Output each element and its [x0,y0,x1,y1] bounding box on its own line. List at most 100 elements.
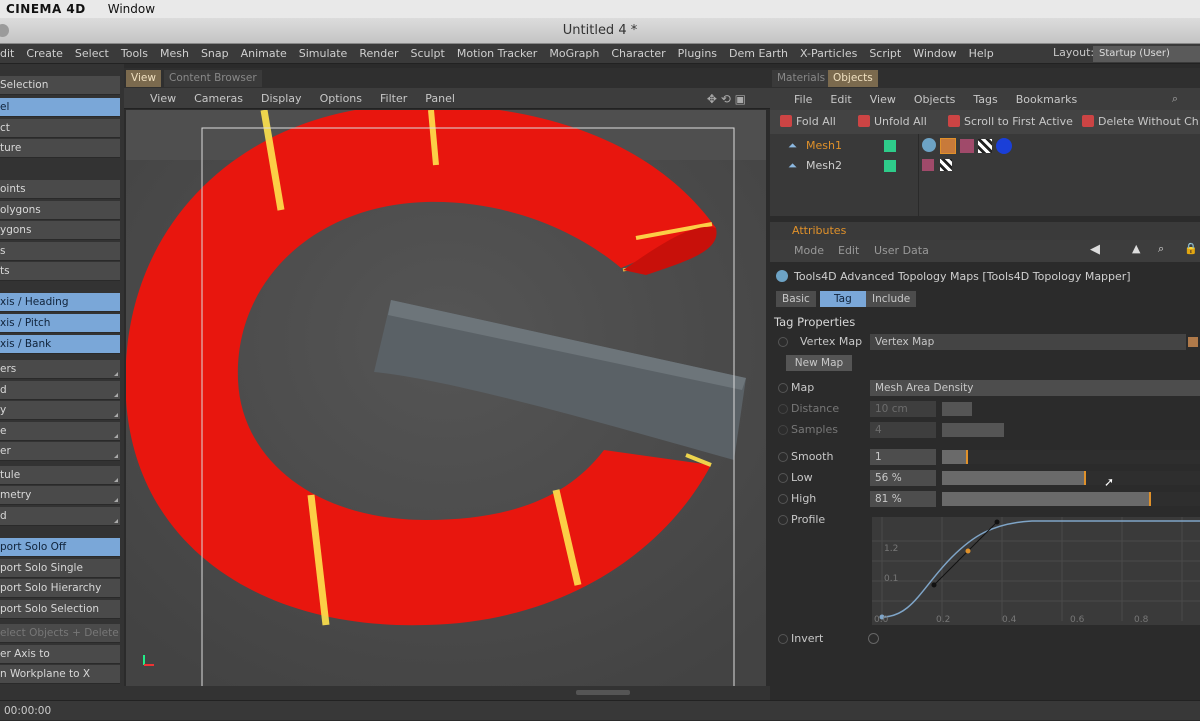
menu-render[interactable]: Render [353,47,404,60]
palette-command-button[interactable]: e [0,422,120,441]
object-name[interactable]: Mesh2 [806,159,842,172]
smooth-field[interactable]: 1 [870,449,936,465]
tab-include[interactable]: Include [866,291,917,307]
palette-command-button[interactable]: metry [0,486,120,505]
delete-without-children-button[interactable]: Delete Without Ch [1082,114,1199,130]
menu-create[interactable]: Create [20,47,69,60]
palette-command-button[interactable]: port Solo Selection [0,600,120,619]
attr-menu-edit[interactable]: Edit [838,244,859,257]
palette-command-button[interactable]: Selection [0,76,120,95]
obj-menu-edit[interactable]: Edit [821,93,860,106]
smooth-slider[interactable] [942,450,1200,464]
viewport-menu-cameras[interactable]: Cameras [185,92,252,105]
palette-command-button[interactable]: xis / Pitch [0,314,120,333]
obj-menu-objects[interactable]: Objects [905,93,965,106]
high-field[interactable]: 81 % [870,491,936,507]
palette-command-button[interactable]: d [0,381,120,400]
new-map-button[interactable]: New Map [786,355,852,371]
3d-viewport[interactable] [126,110,766,686]
menu-mograph[interactable]: MoGraph [543,47,605,60]
palette-command-button[interactable]: y [0,401,120,420]
fold-all-button[interactable]: Fold All [780,114,836,130]
app-name[interactable]: CINEMA 4D [6,2,86,16]
low-slider[interactable] [942,471,1200,485]
vertex-map-tag-icon[interactable] [922,159,934,171]
palette-command-button[interactable]: ture [0,139,120,158]
attr-menu-user-data[interactable]: User Data [874,244,929,257]
palette-command-button[interactable]: el [0,98,120,117]
object-row[interactable]: ⏶ Mesh1 [770,136,1200,156]
tab-tag[interactable]: Tag [820,291,866,307]
map-dropdown[interactable]: Mesh Area Density [870,380,1200,396]
object-name[interactable]: Mesh1 [806,139,842,152]
tab-materials[interactable]: Materials [772,70,831,87]
tab-basic[interactable]: Basic [776,291,816,307]
viewport-menu-options[interactable]: Options [311,92,371,105]
search-icon[interactable]: ⌕ [1172,92,1178,106]
invert-checkbox[interactable] [868,633,879,644]
palette-command-button[interactable]: d [0,507,120,526]
palette-command-button[interactable]: n Workplane to X [0,665,120,684]
tab-view[interactable]: View [126,70,161,87]
menu-motion-tracker[interactable]: Motion Tracker [451,47,543,60]
menu-sculpt[interactable]: Sculpt [405,47,451,60]
obj-menu-bookmarks[interactable]: Bookmarks [1007,93,1086,106]
menu-animate[interactable]: Animate [235,47,293,60]
anim-radio-icon[interactable] [778,634,788,644]
tab-content-browser[interactable]: Content Browser [164,70,262,87]
palette-command-button[interactable]: xis / Bank [0,335,120,354]
menu-window[interactable]: Window [907,47,962,60]
palette-command-button[interactable]: ers [0,360,120,379]
viewport-nav-icons[interactable]: ✥ ⟲ ▣ [707,92,746,106]
anim-radio-icon[interactable] [778,452,788,462]
visibility-dot-icon[interactable] [884,140,896,152]
palette-command-button[interactable]: s [0,242,120,261]
object-row[interactable]: ⏶ Mesh2 [770,156,1200,176]
scroll-first-active-button[interactable]: Scroll to First Active [948,114,1073,130]
viewport-menu-filter[interactable]: Filter [371,92,416,105]
viewport-scrollbar[interactable] [124,686,770,700]
palette-command-button[interactable]: er [0,442,120,461]
menu-character[interactable]: Character [605,47,671,60]
menu-simulate[interactable]: Simulate [293,47,354,60]
anim-radio-icon[interactable] [778,383,788,393]
anim-radio-icon[interactable] [778,473,788,483]
tab-objects[interactable]: Objects [828,70,878,87]
topology-tag-icon[interactable] [922,138,936,152]
visibility-dot-icon[interactable] [884,160,896,172]
palette-command-button[interactable]: oints [0,180,120,199]
unfold-all-button[interactable]: Unfold All [858,114,927,130]
lock-icon[interactable]: 🔒 [1184,242,1198,255]
palette-command-button[interactable]: tule [0,466,120,485]
palette-command-button[interactable]: ct [0,119,120,138]
profile-spline-graph[interactable]: 1.2 0.1 0.0 0.2 0.4 0.6 0.8 [872,517,1200,625]
viewport-menu-view[interactable]: View [124,92,185,105]
obj-menu-tags[interactable]: Tags [964,93,1006,106]
viewport-menu-display[interactable]: Display [252,92,311,105]
palette-command-button[interactable]: ts [0,262,120,281]
selected-tag-icon[interactable] [940,138,956,154]
checker-tag-icon[interactable] [940,159,952,171]
mac-menu-window[interactable]: Window [108,2,155,16]
menu-script[interactable]: Script [863,47,907,60]
checker-tag-icon[interactable] [978,139,992,153]
palette-command-button[interactable]: ygons [0,221,120,240]
attr-menu-mode[interactable]: Mode [794,244,824,257]
palette-command-button[interactable]: port Solo Single [0,559,120,578]
menu-tools[interactable]: Tools [115,47,154,60]
cursor-icon[interactable]: ▲ [1132,242,1140,255]
menu-plugins[interactable]: Plugins [672,47,723,60]
palette-command-button[interactable]: port Solo Off [0,538,120,557]
palette-command-button[interactable]: er Axis to [0,645,120,664]
obj-menu-view[interactable]: View [861,93,905,106]
high-slider[interactable] [942,492,1200,506]
menu-edit[interactable]: dit [0,47,20,60]
anim-radio-icon[interactable] [778,337,788,347]
tags-strip[interactable] [922,138,1018,154]
viewport-menu-panel[interactable]: Panel [416,92,464,105]
search-icon[interactable]: ⌕ [1158,242,1164,256]
obj-menu-file[interactable]: File [770,93,821,106]
menu-select[interactable]: Select [69,47,115,60]
menu-mesh[interactable]: Mesh [154,47,195,60]
vertex-map-tag-icon[interactable] [960,139,974,153]
